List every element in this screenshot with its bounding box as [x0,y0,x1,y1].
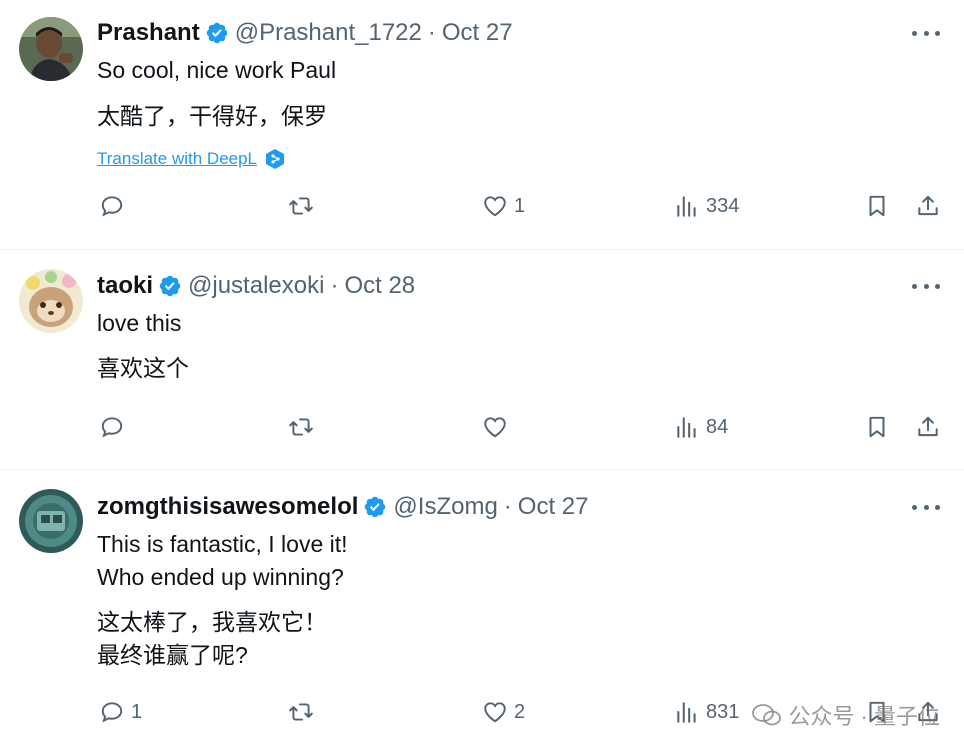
reply-button[interactable] [99,414,131,440]
reply-icon [101,702,123,723]
views-icon [677,702,696,723]
tweet[interactable]: taoki @justalexoki · Oct 28 love this 喜欢… [0,250,964,469]
share-button[interactable] [915,193,941,219]
reply-button[interactable]: 1 [99,699,142,725]
author-name[interactable]: Prashant [97,19,200,47]
heart-icon [484,196,506,217]
avatar[interactable] [19,17,83,81]
more-icon[interactable] [912,502,940,512]
retweet-icon [289,197,313,215]
tweet-header: taoki @justalexoki · Oct 28 [97,269,415,303]
retweet-button[interactable] [288,414,320,440]
tweet-actions: 84 [0,414,964,454]
tweet-date[interactable]: Oct 27 [518,493,589,521]
heart-icon [484,702,506,723]
avatar[interactable] [19,269,83,333]
views-button[interactable]: 831 [674,699,739,725]
retweet-icon [289,703,313,721]
author-handle[interactable]: @justalexoki [188,272,324,300]
bookmark-icon [869,416,885,438]
views-icon [677,417,696,438]
tweet-header: zomgthisisawesomelol @IsZomg · Oct 27 [97,490,589,524]
bookmark-button[interactable] [864,414,890,440]
like-count: 1 [514,194,526,217]
tweet-text-zh: 喜欢这个 [97,355,189,381]
retweet-icon [289,418,313,436]
views-icon [677,196,696,217]
bookmark-button[interactable] [864,193,890,219]
tweet-text-zh: 太酷了，干得好，保罗 [97,103,327,129]
tweet-text-zh: 最终谁赢了呢? [97,642,248,668]
separator: · [330,272,339,299]
author-name[interactable]: taoki [97,272,153,300]
translate-label[interactable]: Translate with DeepL [97,149,257,169]
views-button[interactable]: 84 [674,414,728,440]
view-count: 84 [706,415,729,438]
reply-button[interactable] [99,193,131,219]
translate-link[interactable]: Translate with DeepL [97,148,285,170]
tweet-text-zh: 这太棒了，我喜欢它！ [97,609,327,635]
avatar[interactable] [19,489,83,553]
deepl-icon [266,149,285,169]
like-button[interactable] [482,414,514,440]
tweet-text-en: love this [97,310,182,336]
verified-badge-icon [206,22,227,44]
watermark: 公众号 · 量子位 [752,699,940,731]
watermark-text: 公众号 · 量子位 [788,704,940,729]
more-icon[interactable] [912,281,940,291]
like-button[interactable]: 1 [482,193,525,219]
reply-icon [101,417,123,438]
view-count: 334 [706,194,740,217]
tweet-header: Prashant @Prashant_1722 · Oct 27 [97,16,513,50]
author-handle[interactable]: @IsZomg [393,493,497,521]
tweet-date[interactable]: Oct 27 [442,19,513,47]
author-handle[interactable]: @Prashant_1722 [235,19,422,47]
tweet[interactable]: Prashant @Prashant_1722 · Oct 27 So cool… [0,0,964,249]
retweet-button[interactable] [288,193,320,219]
tweet-text-en: Who ended up winning? [97,564,344,590]
share-icon [918,416,938,437]
reply-count: 1 [131,700,143,723]
verified-badge-icon [159,275,181,297]
views-button[interactable]: 334 [674,193,739,219]
separator: · [427,19,436,46]
like-button[interactable]: 2 [482,699,525,725]
view-count: 831 [706,700,740,723]
retweet-button[interactable] [288,699,320,725]
more-icon[interactable] [912,28,940,38]
tweet-actions: 1 334 [0,193,964,233]
share-button[interactable] [915,414,941,440]
heart-icon [484,417,506,438]
tweet-text-en: So cool, nice work Paul [97,57,337,83]
tweet-text-en: This is fantastic, I love it! [97,531,348,557]
like-count: 2 [514,700,526,723]
bookmark-icon [869,195,885,217]
tweet-date[interactable]: Oct 28 [344,272,415,300]
reply-icon [101,196,123,217]
author-name[interactable]: zomgthisisawesomelol [97,493,358,521]
separator: · [503,493,512,520]
share-icon [918,195,938,216]
wechat-icon [752,704,782,726]
verified-badge-icon [365,496,386,518]
